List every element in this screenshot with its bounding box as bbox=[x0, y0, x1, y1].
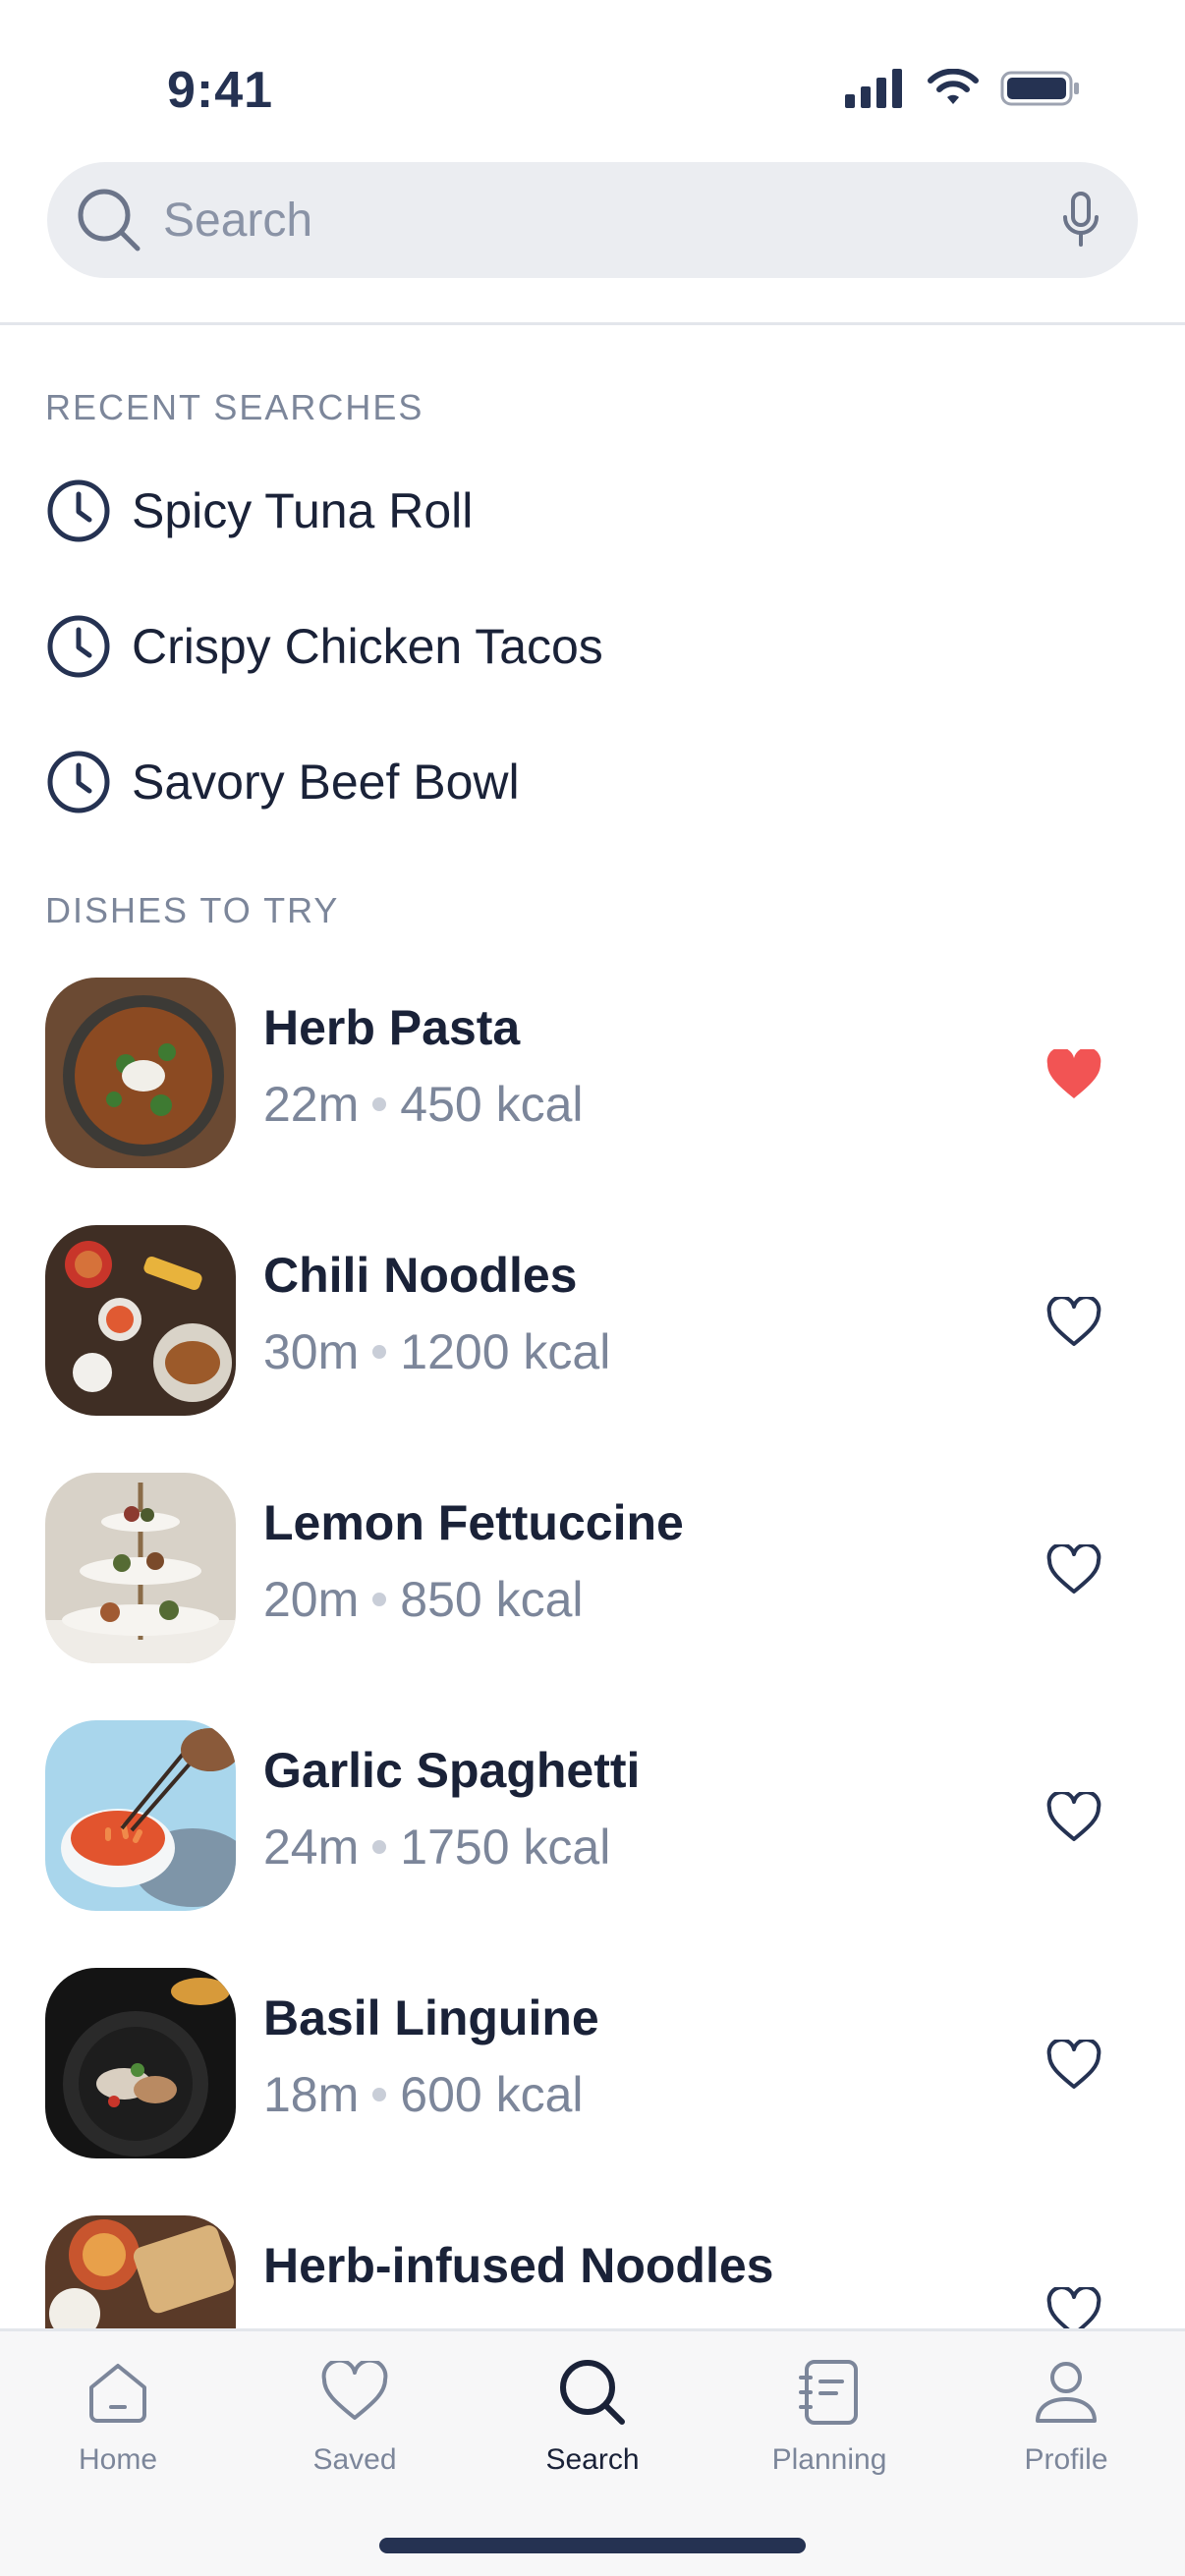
dish-time: 20m bbox=[263, 1572, 360, 1627]
heart-outline-icon bbox=[1046, 1792, 1101, 1841]
microphone-icon[interactable] bbox=[1051, 186, 1110, 254]
recent-search-item[interactable]: Savory Beef Bowl bbox=[45, 743, 520, 821]
dish-name: Basil Linguine bbox=[263, 1990, 599, 2045]
dish-name: Lemon Fettuccine bbox=[263, 1495, 684, 1550]
dish-calories: 1750 kcal bbox=[400, 1820, 611, 1875]
status-icons bbox=[845, 69, 1081, 108]
tab-label: Home bbox=[78, 2443, 158, 2476]
dish-thumbnail bbox=[45, 1720, 236, 1911]
dish-row[interactable]: Herb Pasta 22m 450 kcal bbox=[45, 978, 1136, 1170]
dish-name: Herb Pasta bbox=[263, 1000, 521, 1055]
favorite-button[interactable] bbox=[1038, 1286, 1110, 1359]
dish-thumbnail bbox=[45, 1473, 236, 1663]
recent-search-item[interactable]: Spicy Tuna Roll bbox=[45, 472, 473, 550]
header-divider bbox=[0, 322, 1185, 325]
search-input[interactable] bbox=[163, 193, 1051, 248]
dish-time: 30m bbox=[263, 1324, 360, 1379]
dish-row[interactable]: Basil Linguine 18m 600 kcal bbox=[45, 1968, 1136, 2160]
dish-thumbnail bbox=[45, 1225, 236, 1416]
person-icon bbox=[1027, 2353, 1105, 2432]
dish-name: Chili Noodles bbox=[263, 1248, 578, 1303]
tab-label: Profile bbox=[1024, 2443, 1108, 2476]
tab-search[interactable]: Search bbox=[494, 2353, 691, 2500]
dish-meta: 20m 850 kcal bbox=[263, 1571, 584, 1628]
separator-dot bbox=[372, 1097, 387, 1111]
dish-name: Herb-infused Noodles bbox=[263, 2238, 774, 2293]
clock-icon bbox=[45, 613, 112, 680]
favorite-button[interactable] bbox=[1038, 1038, 1110, 1111]
recent-search-label: Crispy Chicken Tacos bbox=[132, 619, 603, 674]
heart-outline-icon bbox=[1046, 2040, 1101, 2089]
separator-dot bbox=[372, 1345, 387, 1359]
cellular-signal-icon bbox=[845, 69, 902, 108]
tab-label: Planning bbox=[771, 2443, 887, 2476]
search-bar[interactable] bbox=[47, 162, 1138, 278]
search-icon bbox=[553, 2353, 632, 2432]
tab-saved[interactable]: Saved bbox=[256, 2353, 453, 2500]
search-icon bbox=[75, 186, 143, 254]
favorite-button[interactable] bbox=[1038, 2029, 1110, 2101]
dish-meta: 30m 1200 kcal bbox=[263, 1323, 610, 1380]
status-bar: 9:41 bbox=[0, 0, 1185, 147]
status-time: 9:41 bbox=[167, 62, 274, 119]
recent-search-label: Spicy Tuna Roll bbox=[132, 483, 474, 538]
favorite-button[interactable] bbox=[1038, 1534, 1110, 1606]
dish-row[interactable]: Lemon Fettuccine 20m 850 kcal bbox=[45, 1473, 1136, 1665]
dish-thumbnail bbox=[45, 978, 236, 1168]
tab-label: Saved bbox=[312, 2443, 397, 2476]
dish-calories: 600 kcal bbox=[400, 2067, 584, 2122]
separator-dot bbox=[372, 1840, 387, 1854]
tab-profile[interactable]: Profile bbox=[968, 2353, 1164, 2500]
recent-search-label: Savory Beef Bowl bbox=[132, 755, 520, 810]
notebook-icon bbox=[790, 2353, 869, 2432]
recent-searches-title: RECENT SEARCHES bbox=[45, 387, 424, 427]
dish-calories: 450 kcal bbox=[400, 1077, 584, 1132]
dish-meta: 24m 1750 kcal bbox=[263, 1819, 610, 1876]
dish-meta: 22m 450 kcal bbox=[263, 1076, 584, 1133]
heart-outline-icon bbox=[1046, 1544, 1101, 1594]
tab-planning[interactable]: Planning bbox=[731, 2353, 928, 2500]
dish-time: 18m bbox=[263, 2067, 360, 2122]
dish-time: 22m bbox=[263, 1077, 360, 1132]
battery-icon bbox=[1000, 71, 1079, 106]
clock-icon bbox=[45, 477, 112, 544]
heart-outline-icon bbox=[1046, 1297, 1101, 1346]
dishes-to-try-title: DISHES TO TRY bbox=[45, 890, 340, 930]
dish-row[interactable]: Garlic Spaghetti 24m 1750 kcal bbox=[45, 1720, 1136, 1913]
separator-dot bbox=[372, 2088, 387, 2101]
separator-dot bbox=[372, 1593, 387, 1606]
tab-label: Search bbox=[545, 2443, 640, 2476]
dish-calories: 850 kcal bbox=[400, 1572, 584, 1627]
wifi-icon bbox=[928, 69, 979, 104]
dish-meta: 18m 600 kcal bbox=[263, 2066, 584, 2123]
clock-icon bbox=[45, 749, 112, 815]
heart-icon bbox=[315, 2353, 394, 2432]
home-indicator bbox=[379, 2538, 806, 2553]
favorite-button[interactable] bbox=[1038, 1781, 1110, 1854]
dish-time: 24m bbox=[263, 1820, 360, 1875]
home-icon bbox=[79, 2353, 157, 2432]
dish-calories: 1200 kcal bbox=[400, 1324, 611, 1379]
tab-home[interactable]: Home bbox=[20, 2353, 216, 2500]
recent-search-item[interactable]: Crispy Chicken Tacos bbox=[45, 607, 603, 686]
heart-filled-icon bbox=[1046, 1049, 1101, 1098]
dish-row[interactable]: Chili Noodles 30m 1200 kcal bbox=[45, 1225, 1136, 1418]
dish-thumbnail bbox=[45, 1968, 236, 2158]
dish-name: Garlic Spaghetti bbox=[263, 1743, 641, 1798]
